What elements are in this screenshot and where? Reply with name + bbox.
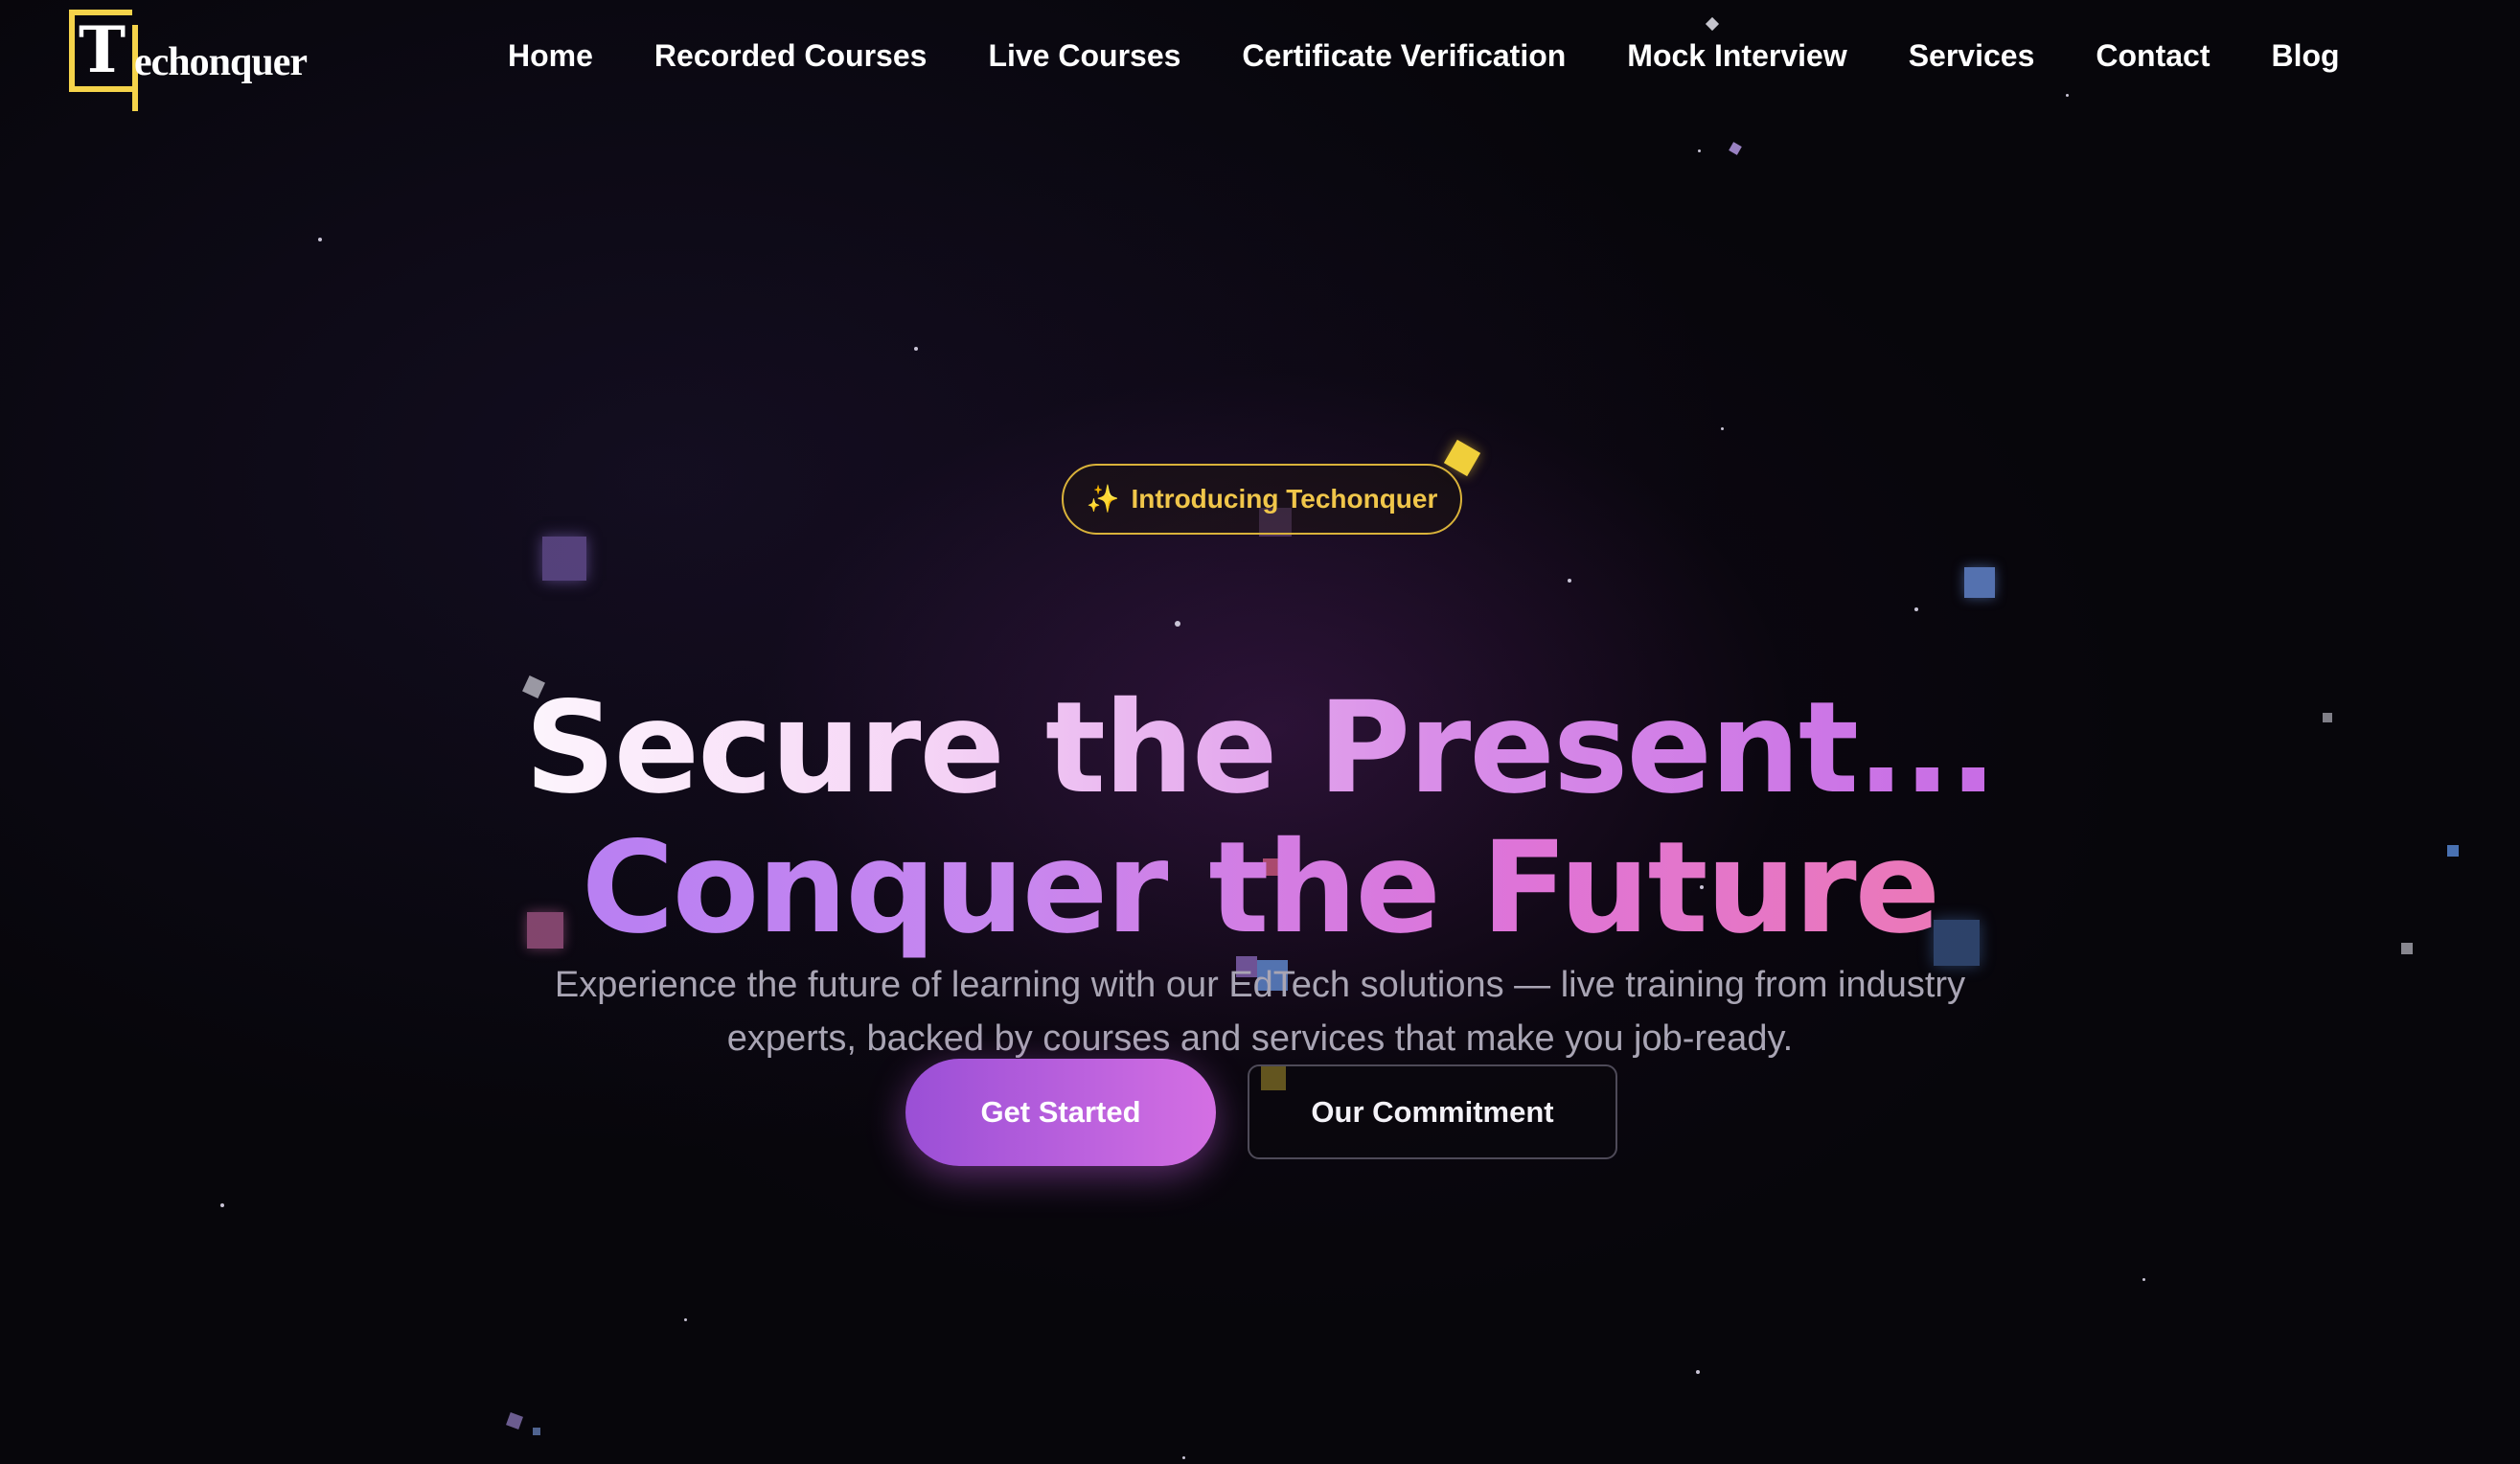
star-dot xyxy=(1696,1370,1700,1374)
nav-item-live-courses[interactable]: Live Courses xyxy=(988,38,1180,74)
nav-item-certificate-verification[interactable]: Certificate Verification xyxy=(1242,38,1566,74)
floating-square-decor xyxy=(2447,845,2459,857)
floating-square-decor xyxy=(533,1428,540,1435)
logo-letter: T xyxy=(79,12,126,87)
star-dot xyxy=(684,1318,687,1321)
star-dot xyxy=(1914,607,1918,611)
hero-headline: Secure the Present... Conquer the Future xyxy=(398,678,2122,958)
floating-square-decor xyxy=(1729,142,1742,155)
get-started-button[interactable]: Get Started xyxy=(905,1059,1216,1166)
floating-square-decor xyxy=(1964,567,1995,598)
floating-square-decor xyxy=(2401,943,2413,954)
nav-item-contact[interactable]: Contact xyxy=(2096,38,2210,74)
star-dot xyxy=(1568,579,1571,583)
nav-item-home[interactable]: Home xyxy=(508,38,593,74)
our-commitment-label: Our Commitment xyxy=(1311,1094,1554,1129)
intro-badge-text: Introducing Techonquer xyxy=(1131,484,1438,514)
nav-links: Home Recorded Courses Live Courses Certi… xyxy=(508,29,2340,82)
get-started-label: Get Started xyxy=(980,1095,1141,1129)
nav-item-recorded-courses[interactable]: Recorded Courses xyxy=(654,38,928,74)
star-dot xyxy=(318,238,322,241)
star-dot xyxy=(1175,621,1180,627)
floating-square-decor xyxy=(506,1412,523,1430)
nav-item-services[interactable]: Services xyxy=(1909,38,2035,74)
sparkles-icon: ✨ xyxy=(1086,483,1120,515)
floating-square-decor xyxy=(1443,439,1481,477)
techonquer-logo[interactable]: T echonquer xyxy=(69,10,309,111)
our-commitment-button[interactable]: Our Commitment xyxy=(1248,1064,1617,1159)
logo-wordmark: echonquer xyxy=(134,40,308,84)
top-navbar: T echonquer Home Recorded Courses Live C… xyxy=(0,0,2520,113)
floating-square-decor xyxy=(2323,713,2332,722)
star-dot xyxy=(220,1203,224,1207)
intro-badge: ✨ Introducing Techonquer xyxy=(1062,464,1462,535)
landing-page: T echonquer Home Recorded Courses Live C… xyxy=(0,0,2520,1464)
floating-square-decor xyxy=(542,537,586,581)
nav-item-mock-interview[interactable]: Mock Interview xyxy=(1627,38,1846,74)
hero-subtitle: Experience the future of learning with o… xyxy=(554,965,1966,1059)
hero-headline-line2: Conquer the Future xyxy=(398,818,2122,958)
star-dot xyxy=(1721,427,1724,430)
star-dot xyxy=(1182,1456,1185,1459)
nav-item-blog[interactable]: Blog xyxy=(2271,38,2339,74)
star-dot xyxy=(914,347,918,351)
star-dot xyxy=(2142,1278,2145,1281)
hero-headline-line1: Secure the Present... xyxy=(398,678,2122,818)
star-dot xyxy=(1698,149,1701,152)
